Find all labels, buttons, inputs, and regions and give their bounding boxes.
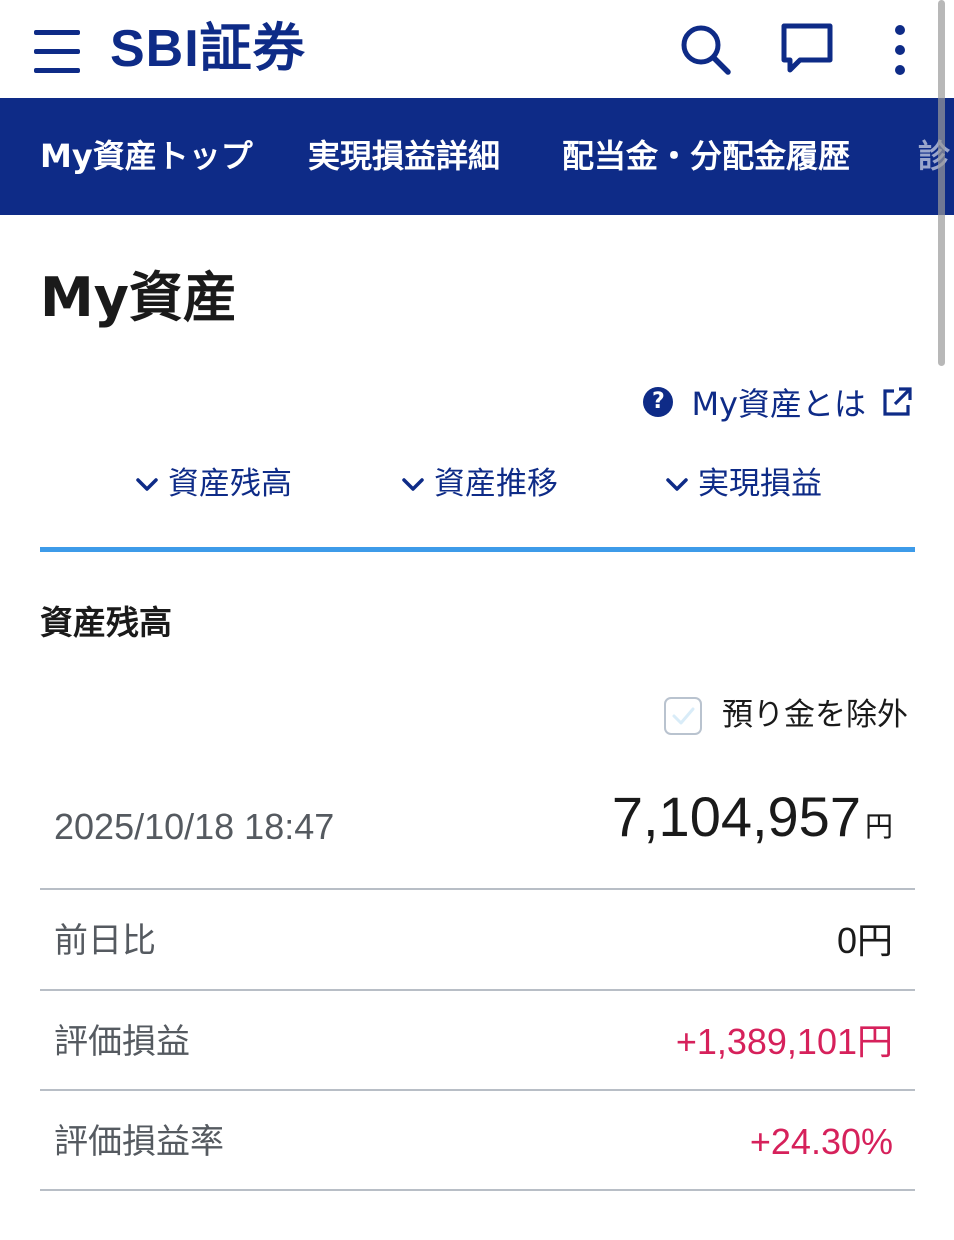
section-divider [40,547,915,552]
anchor-label: 資産推移 [434,466,558,502]
check-icon [672,707,695,725]
chevron-down-icon [666,478,688,491]
menu-icon[interactable] [34,30,80,74]
anchor-label: 資産残高 [168,466,292,502]
total-balance-unit: 円 [864,811,893,842]
help-question-icon: ? [643,387,674,417]
total-balance-row: 2025/10/18 18:47 7,104,957 円 [40,780,915,890]
unrealized-pl-rate-label: 評価損益率 [54,1122,224,1162]
total-balance-amount: 7,104,957 [611,785,861,848]
nav-my-assets-top[interactable]: My資産トップ [40,98,253,215]
app-header: SBI証券 [0,0,954,98]
day-change-value: 0円 [836,920,893,961]
help-link-label: My資産とは [691,385,866,423]
exclude-deposit-checkbox[interactable] [664,697,702,735]
page-scrollbar[interactable] [938,0,945,366]
help-link[interactable]: ? My資産とは [643,380,914,424]
sbi-logo[interactable]: SBI証券 [110,16,306,82]
day-change-row: 前日比 0円 [40,890,915,991]
anchor-realized-pl[interactable]: 実現損益 [664,460,822,508]
chat-icon[interactable] [778,20,836,78]
balance-timestamp: 2025/10/18 18:47 [54,806,335,847]
anchor-asset-balance[interactable]: 資産残高 [134,460,292,508]
anchor-asset-trend[interactable]: 資産推移 [400,460,558,508]
unrealized-pl-label: 評価損益 [54,1022,190,1062]
page-title: My資産 [40,266,237,329]
total-balance-value: 7,104,957 円 [611,785,893,852]
section-heading-asset-balance: 資産残高 [40,603,172,642]
day-change-label: 前日比 [54,921,156,961]
kebab-menu-icon[interactable] [884,20,916,78]
top-nav-bar: My資産トップ 実現損益詳細 配当金・分配金履歴 診 [0,98,954,215]
nav-dividend-history[interactable]: 配当金・分配金履歴 [562,98,850,215]
chevron-down-icon [402,478,424,491]
external-link-icon [883,387,912,416]
search-icon[interactable] [676,20,734,78]
nav-realized-pl-detail[interactable]: 実現損益詳細 [308,98,500,215]
chevron-down-icon [136,478,158,491]
anchor-label: 実現損益 [698,466,822,502]
exclude-deposit-label[interactable]: 預り金を除外 [722,692,908,738]
nav-diagnosis[interactable]: 診 [918,98,950,215]
unrealized-pl-rate-row: 評価損益率 +24.30% [40,1091,915,1191]
unrealized-pl-value: +1,389,101円 [675,1021,893,1062]
unrealized-pl-row: 評価損益 +1,389,101円 [40,991,915,1091]
unrealized-pl-rate-value: +24.30% [749,1121,893,1162]
